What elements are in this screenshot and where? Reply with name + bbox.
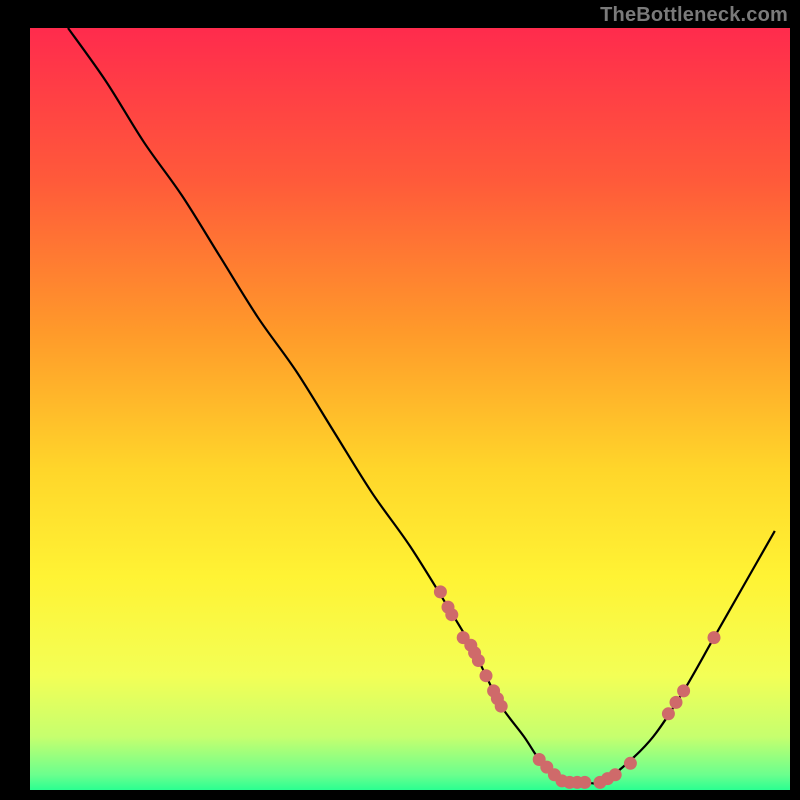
chart-svg <box>0 0 800 800</box>
curve-marker <box>445 608 458 621</box>
curve-marker <box>434 585 447 598</box>
curve-marker <box>624 757 637 770</box>
chart-container: TheBottleneck.com <box>0 0 800 800</box>
curve-marker <box>480 669 493 682</box>
curve-marker <box>609 768 622 781</box>
curve-marker <box>708 631 721 644</box>
curve-marker <box>662 707 675 720</box>
curve-marker <box>578 776 591 789</box>
curve-marker <box>677 684 690 697</box>
curve-marker <box>670 696 683 709</box>
curve-marker <box>495 700 508 713</box>
watermark-text: TheBottleneck.com <box>600 4 788 27</box>
curve-marker <box>472 654 485 667</box>
